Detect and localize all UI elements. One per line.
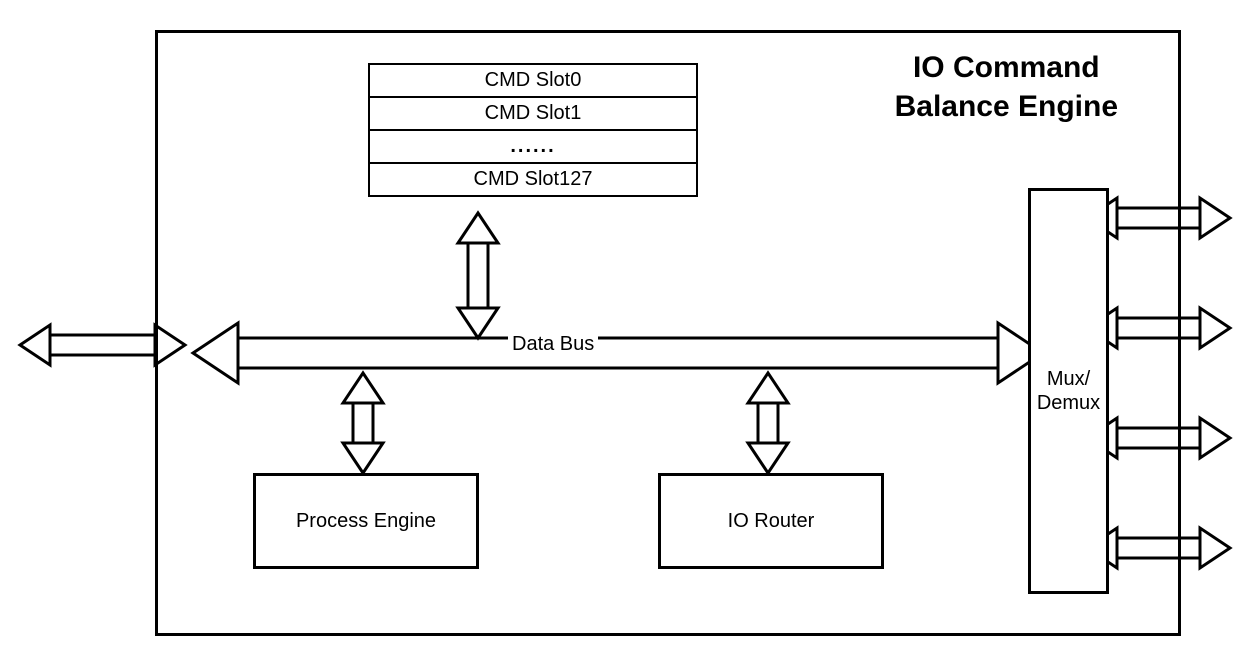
io-router-label: IO Router <box>728 510 815 533</box>
mux-label-1: Mux/ <box>1047 367 1090 391</box>
process-engine-box: Process Engine <box>253 473 479 569</box>
io-router-box: IO Router <box>658 473 884 569</box>
cmd-slot-ellipsis: ...... <box>368 129 698 164</box>
data-bus-label: Data Bus <box>508 333 598 356</box>
cmd-slot-127: CMD Slot127 <box>368 162 698 197</box>
arrow-process-engine-to-bus <box>343 373 383 473</box>
title-line1: IO Command <box>913 51 1100 84</box>
cmd-slot-1: CMD Slot1 <box>368 96 698 131</box>
data-bus-arrow <box>193 323 1043 383</box>
balance-engine-container: IO Command Balance Engine CMD Slot0 CMD … <box>155 30 1181 636</box>
cmd-slot-0: CMD Slot0 <box>368 63 698 98</box>
arrow-slots-to-bus <box>458 213 498 338</box>
mux-demux-box: Mux/ Demux <box>1028 188 1109 594</box>
title-line2: Balance Engine <box>895 90 1118 123</box>
process-engine-label: Process Engine <box>296 510 436 533</box>
mux-label-2: Demux <box>1037 391 1100 415</box>
cmd-slot-stack: CMD Slot0 CMD Slot1 ...... CMD Slot127 <box>368 63 698 195</box>
diagram-title: IO Command Balance Engine <box>895 48 1118 126</box>
arrow-io-router-to-bus <box>748 373 788 473</box>
